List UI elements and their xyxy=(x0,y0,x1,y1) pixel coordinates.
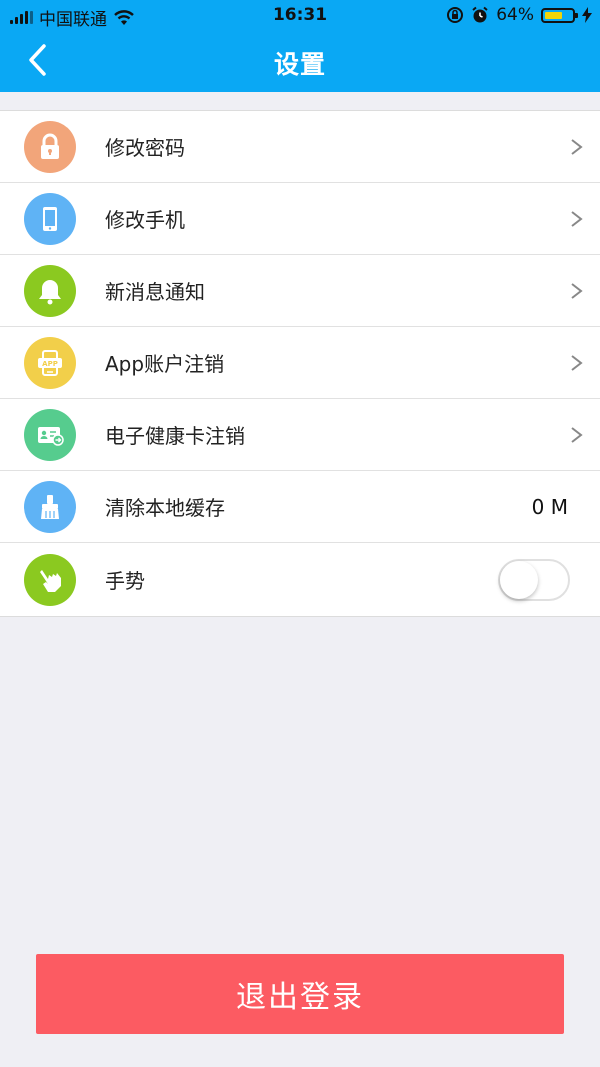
settings-list: 修改密码 修改手机 新消息通知 APP App账户注销 电子健康卡注销 清除本地… xyxy=(0,110,600,617)
logout-button[interactable]: 退出登录 xyxy=(36,954,564,1034)
page-title: 设置 xyxy=(273,50,326,79)
status-right: 64% xyxy=(446,5,592,25)
row-label: 清除本地缓存 xyxy=(105,496,225,520)
row-label: App账户注销 xyxy=(105,352,225,376)
gesture-toggle[interactable] xyxy=(498,558,570,601)
settings-row-change-phone[interactable]: 修改手机 xyxy=(0,183,600,255)
toggle-knob xyxy=(500,560,538,599)
settings-row-gesture: 手势 xyxy=(0,543,600,616)
battery-icon xyxy=(541,7,578,23)
cache-size-value: 0 M xyxy=(531,494,568,519)
chevron-right-icon xyxy=(571,282,583,299)
chevron-right-icon xyxy=(571,138,583,155)
settings-row-app-account-cancel[interactable]: APP App账户注销 xyxy=(0,327,600,399)
settings-row-clear-cache[interactable]: 清除本地缓存 0 M xyxy=(0,471,600,543)
row-label: 修改密码 xyxy=(105,136,185,160)
row-label: 新消息通知 xyxy=(105,280,205,304)
header: 中国联通 16:31 64% 设置 xyxy=(0,0,600,92)
health-card-icon xyxy=(24,408,76,461)
lock-icon xyxy=(24,120,76,173)
row-label: 电子健康卡注销 xyxy=(105,424,245,448)
settings-row-notifications[interactable]: 新消息通知 xyxy=(0,255,600,327)
bell-icon xyxy=(24,264,76,317)
charging-icon xyxy=(582,7,592,23)
row-label: 修改手机 xyxy=(105,208,185,232)
status-bar: 中国联通 16:31 64% xyxy=(0,0,600,32)
chevron-right-icon xyxy=(571,210,583,227)
rotation-lock-icon xyxy=(447,7,464,23)
svg-text:APP: APP xyxy=(42,360,58,368)
chevron-right-icon xyxy=(571,426,583,443)
settings-row-change-password[interactable]: 修改密码 xyxy=(0,111,600,183)
battery-percent: 64% xyxy=(496,5,534,25)
alarm-icon xyxy=(472,6,488,23)
phone-icon xyxy=(24,192,76,245)
settings-row-health-card-cancel[interactable]: 电子健康卡注销 xyxy=(0,399,600,471)
broom-icon xyxy=(24,480,76,533)
hand-gesture-icon xyxy=(24,553,76,606)
app-phone-icon: APP xyxy=(24,336,76,389)
chevron-right-icon xyxy=(571,354,583,371)
